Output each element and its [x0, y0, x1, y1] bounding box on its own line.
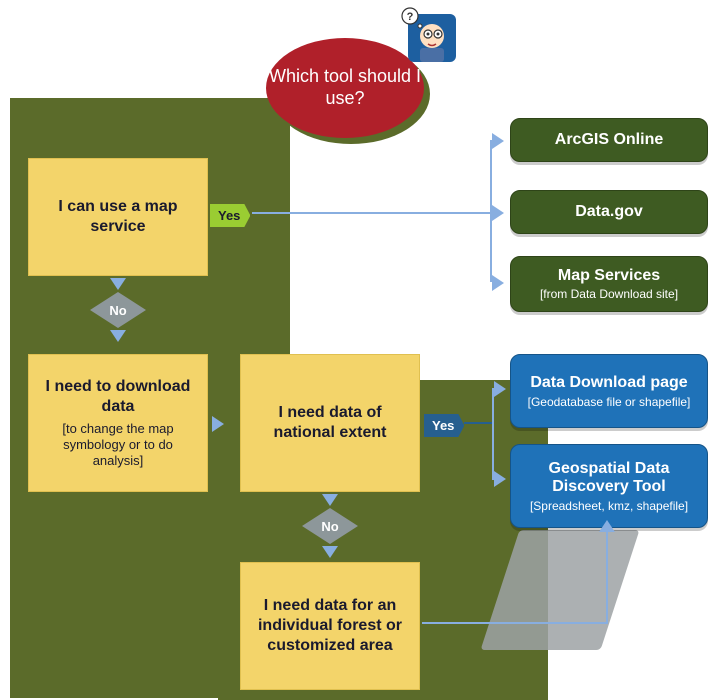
- arrow-to-mapservices: [492, 275, 504, 291]
- tool-map-services[interactable]: Map Services [from Data Download site]: [510, 256, 708, 312]
- arrow-down-1: [110, 278, 126, 290]
- arrow-to-green: [492, 205, 504, 221]
- tool-arcgis-online[interactable]: ArcGIS Online: [510, 118, 708, 162]
- yes-tag-map-service: Yes: [210, 204, 250, 227]
- decision-download-data: I need to download data [to change the m…: [28, 354, 208, 492]
- arrow-to-arcgis: [492, 133, 504, 149]
- decision-download-sub: [to change the map symbology or to do an…: [41, 421, 195, 470]
- arrow-down-2: [322, 494, 338, 506]
- person-thinking-icon: ?: [400, 6, 464, 70]
- arrow-right-d2d3: [212, 416, 224, 432]
- tool-discovery-sub: [Spreadsheet, kmz, shapefile]: [530, 499, 688, 513]
- tool-datadownload-text: Data Download page: [530, 374, 687, 392]
- connector-d4-v: [606, 532, 608, 624]
- decision-map-service: I can use a map service: [28, 158, 208, 276]
- no-label-2: No: [321, 519, 338, 534]
- arrow-to-discovery: [494, 471, 506, 487]
- connector-yes2: [464, 422, 494, 424]
- tool-datagov-text: Data.gov: [575, 203, 643, 221]
- arrow-to-datadownload: [494, 381, 506, 397]
- decision-forest-text: I need data for an individual forest or …: [253, 596, 407, 656]
- decision-download-text: I need to download data: [41, 377, 195, 417]
- arrow-down-1b: [110, 330, 126, 342]
- tool-arcgis-text: ArcGIS Online: [555, 131, 663, 149]
- title-text: Which tool should I use?: [266, 66, 424, 109]
- tool-discovery-text: Geospatial Data Discovery Tool: [523, 460, 695, 496]
- yes-label-2: Yes: [432, 418, 454, 433]
- tool-mapservices-text: Map Services: [558, 267, 660, 285]
- tool-datadownload-sub: [Geodatabase file or shapefile]: [528, 395, 691, 409]
- arrow-down-2b: [322, 546, 338, 558]
- connector-green-vert: [490, 140, 492, 282]
- connector-yes1: [252, 212, 492, 214]
- tool-geospatial-discovery[interactable]: Geospatial Data Discovery Tool [Spreadsh…: [510, 444, 708, 528]
- yes-tag-national: Yes: [424, 414, 464, 437]
- tool-data-gov[interactable]: Data.gov: [510, 190, 708, 234]
- decision-individual-forest: I need data for an individual forest or …: [240, 562, 420, 690]
- tool-mapservices-sub: [from Data Download site]: [540, 287, 678, 301]
- decision-map-service-text: I can use a map service: [41, 197, 195, 237]
- connector-blue-vert: [492, 388, 494, 480]
- decision-national-text: I need data of national extent: [253, 403, 407, 443]
- connector-d4-h: [422, 622, 608, 624]
- flowchart-canvas: Which tool should I use? ? I can use a m…: [0, 0, 725, 700]
- yes-label-1: Yes: [218, 208, 240, 223]
- no-label-1: No: [109, 303, 126, 318]
- arrow-up-to-discovery: [599, 520, 615, 532]
- svg-text:?: ?: [407, 11, 414, 23]
- decision-national-extent: I need data of national extent: [240, 354, 420, 492]
- tool-data-download-page[interactable]: Data Download page [Geodatabase file or …: [510, 354, 708, 428]
